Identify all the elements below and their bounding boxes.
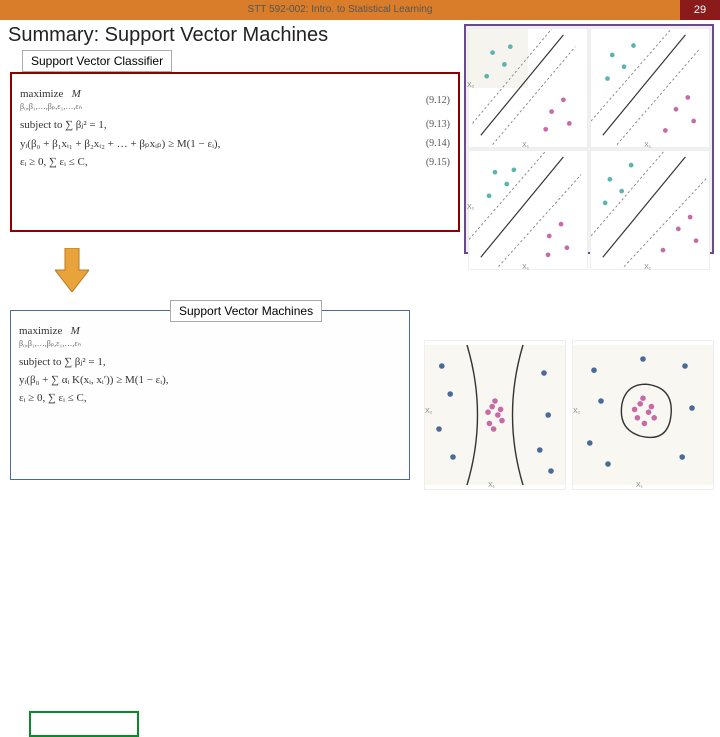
svm-math-block: maximize Mβ₀,β₁,…,βₚ,ε₁,…,εₙ subject to …	[10, 310, 410, 480]
svc-plot-br: X₁	[590, 150, 710, 270]
svc-math-block: maximize Mβ₀,β₁,…,βₚ,ε₁,…,εₙ(9.12) subje…	[10, 72, 460, 232]
down-arrow-icon	[55, 248, 89, 292]
svc-label-box: Support Vector Classifier	[22, 50, 172, 72]
svc-plot-tl: X₁X₂	[468, 28, 588, 148]
svc-plot-grid: X₁X₂ X₁ X₁X₂ X₁	[464, 24, 714, 254]
svm-plot-poly: X₁X₂	[424, 340, 566, 490]
page-number: 29	[680, 0, 720, 20]
course-title: STT 592-002: Intro. to Statistical Learn…	[0, 0, 680, 20]
svm-label-box: Support Vector Machines	[170, 300, 322, 322]
header-bar: STT 592-002: Intro. to Statistical Learn…	[0, 0, 720, 20]
svm-plot-radial: X₁X₂	[572, 340, 714, 490]
svm-plot-row: X₁X₂ X₁X₂	[424, 340, 714, 490]
green-highlight-box	[29, 711, 139, 737]
svc-plot-tr: X₁	[590, 28, 710, 148]
svc-plot-bl: X₁X₂	[468, 150, 588, 270]
